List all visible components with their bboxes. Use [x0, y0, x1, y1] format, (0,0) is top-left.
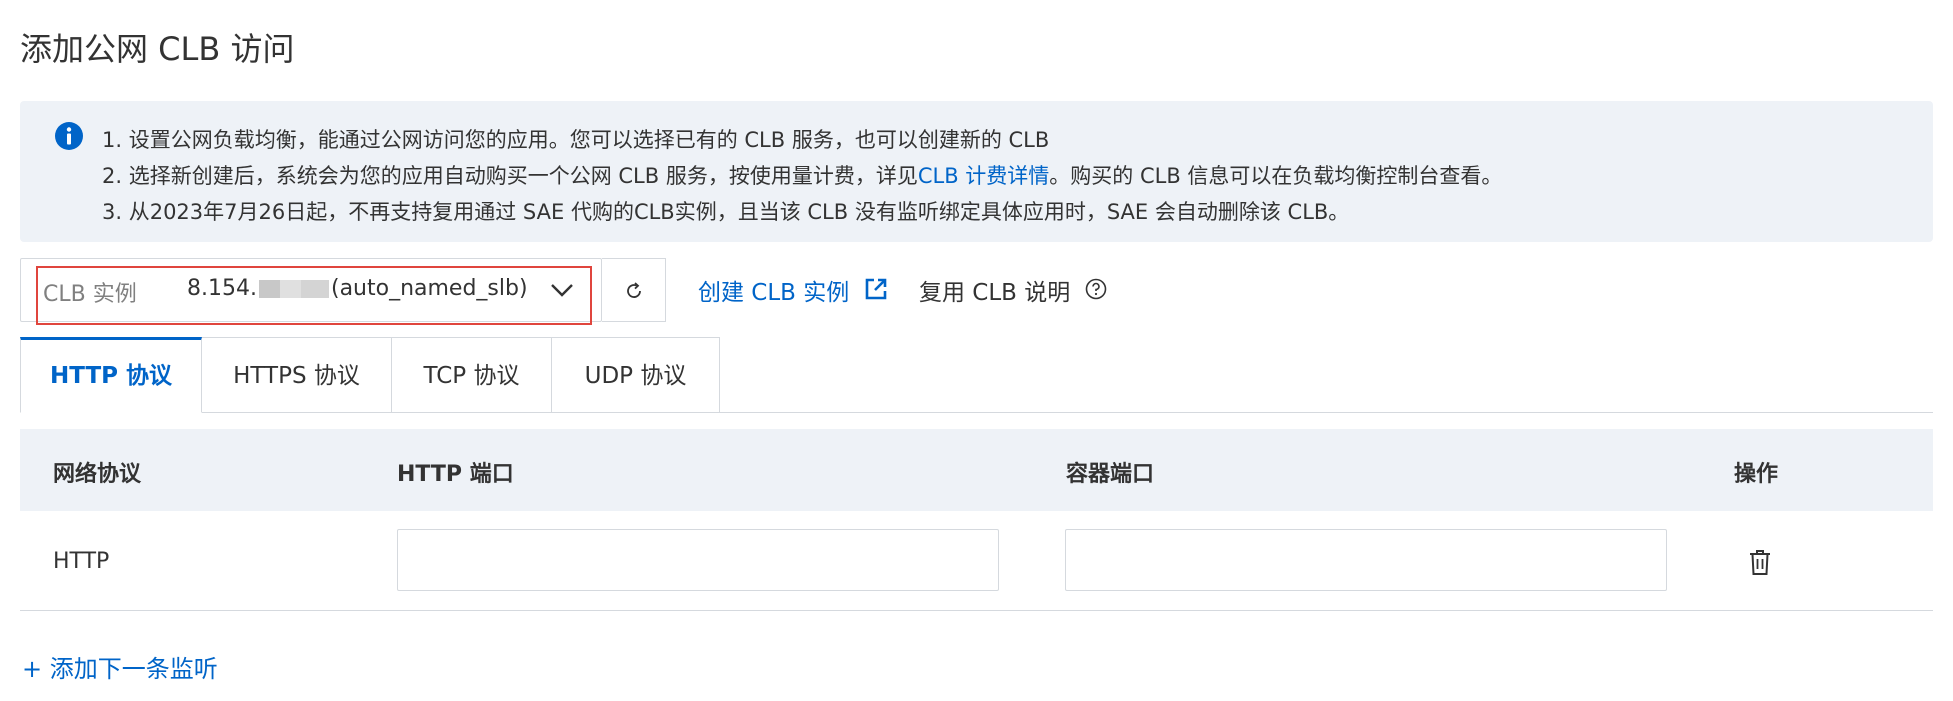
row-protocol: HTTP	[53, 549, 110, 574]
tab-https[interactable]: HTTPS 协议	[202, 337, 392, 413]
trash-icon[interactable]	[1748, 548, 1772, 576]
table-header: 网络协议 HTTP 端口 容器端口 操作	[20, 429, 1933, 511]
notice-line-2-text: 2. 选择新创建后，系统会为您的应用自动购买一个公网 CLB 服务，按使用量计费…	[102, 164, 918, 188]
clb-billing-link[interactable]: CLB 计费详情	[918, 164, 1049, 188]
tab-udp[interactable]: UDP 协议	[552, 337, 720, 413]
tab-http[interactable]: HTTP 协议	[20, 337, 202, 413]
tab-tcp[interactable]: TCP 协议	[392, 337, 552, 413]
page-title: 添加公网 CLB 访问	[20, 30, 295, 68]
header-actions: 操作	[1734, 462, 1779, 487]
add-listener-button[interactable]: + 添加下一条监听	[22, 649, 218, 684]
help-icon[interactable]	[1085, 278, 1107, 300]
protocol-tabs: HTTP 协议 HTTPS 协议 TCP 协议 UDP 协议	[20, 337, 1933, 413]
notice-line-3: 3. 从2023年7月26日起，不再支持复用通过 SAE 代购的CLB实例，且当…	[102, 200, 1350, 224]
info-notice: 1. 设置公网负载均衡，能通过公网访问您的应用。您可以选择已有的 CLB 服务，…	[20, 101, 1933, 242]
header-container-port: 容器端口	[1066, 462, 1155, 487]
notice-line-2: 2. 选择新创建后，系统会为您的应用自动购买一个公网 CLB 服务，按使用量计费…	[102, 158, 1502, 194]
http-port-input[interactable]	[397, 529, 999, 591]
container-port-input[interactable]	[1065, 529, 1667, 591]
clb-select-highlight-box	[36, 266, 592, 325]
refresh-button[interactable]	[602, 258, 666, 322]
create-clb-link[interactable]: 创建 CLB 实例	[698, 273, 849, 307]
external-link-icon[interactable]	[864, 277, 888, 301]
header-protocol: 网络协议	[53, 462, 142, 487]
refresh-icon	[627, 282, 641, 298]
table-row: HTTP	[20, 511, 1933, 611]
listener-table: 网络协议 HTTP 端口 容器端口 操作 HTTP	[20, 429, 1933, 611]
info-icon	[55, 122, 83, 150]
header-http-port: HTTP 端口	[397, 462, 514, 487]
reuse-clb-description: 复用 CLB 说明	[919, 280, 1071, 306]
notice-line-2-tail: 。购买的 CLB 信息可以在负载均衡控制台查看。	[1049, 164, 1503, 188]
notice-line-1: 1. 设置公网负载均衡，能通过公网访问您的应用。您可以选择已有的 CLB 服务，…	[102, 128, 1050, 152]
